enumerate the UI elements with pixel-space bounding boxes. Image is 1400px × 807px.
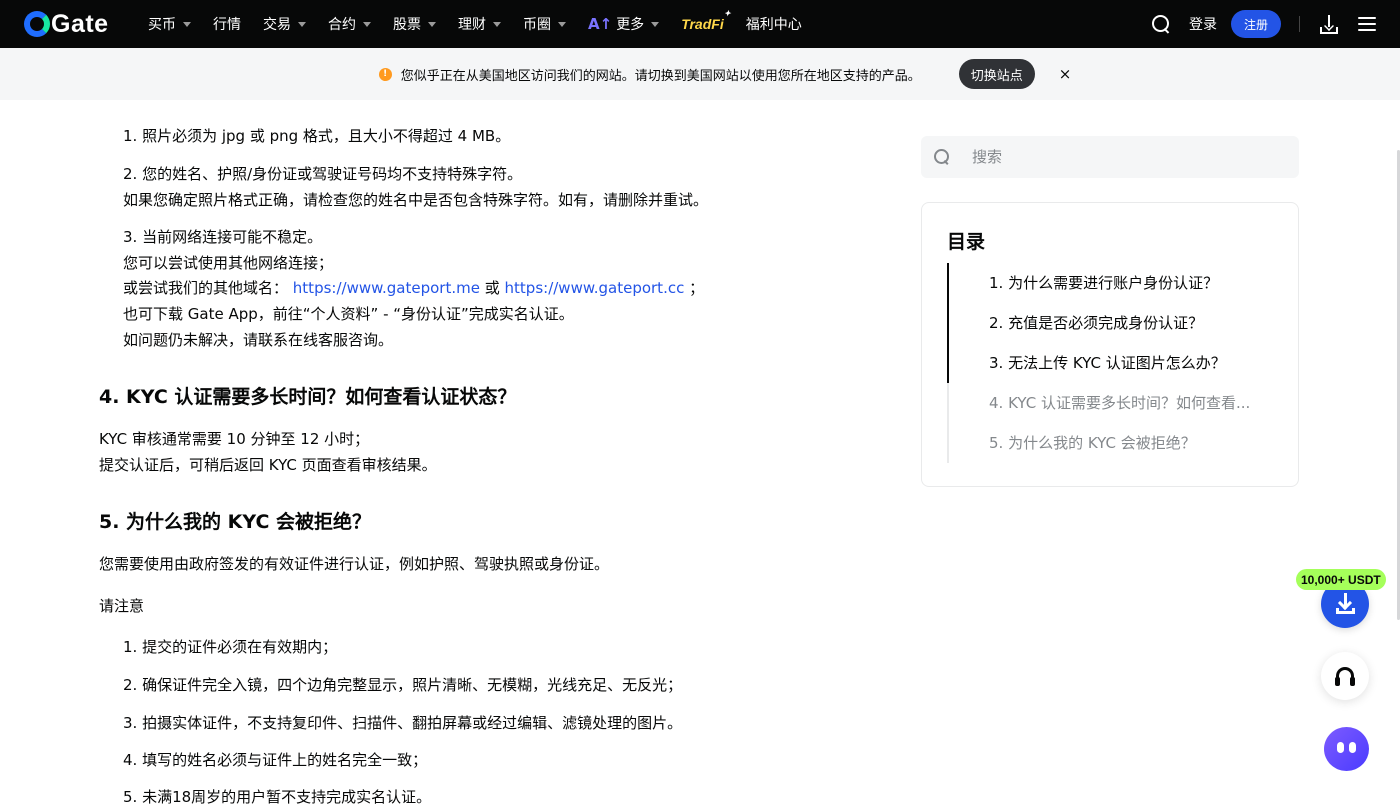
tradfi-logo: TradFi [681,16,724,32]
nav-item-label: 福利中心 [745,17,802,33]
close-icon[interactable]: × [1059,65,1072,83]
ai-sparkle-icon: A↑ [588,15,613,33]
nav-divider [1299,16,1300,32]
login-link[interactable]: 登录 [1189,14,1217,34]
list-item: 3. 拍摄实体证件，不支持复印件、扫描件、翻拍屏幕或经过编辑、滤镜处理的图片。 [123,714,683,732]
search-icon[interactable] [1149,12,1173,36]
nav-item-rewards-center[interactable]: 福利中心 [746,14,802,34]
section-4-paragraph-1: KYC 审核通常需要 10 分钟至 12 小时； [99,430,370,448]
toc-item-active[interactable]: 3. 无法上传 KYC 认证图片怎么办？ [989,353,1226,373]
download-icon[interactable] [1318,13,1340,35]
upload-tip-3: 3. 当前网络连接可能不稳定。 [123,228,323,246]
upload-tip-2: 2. 您的姓名、护照/身份证或驾驶证号码均不支持特殊字符。 [123,165,523,183]
toc-item[interactable]: 1. 为什么需要进行账户身份认证？ [989,273,1218,293]
top-nav: Gate 买币 行情 交易 合约 股票 理财 币圈 A↑更多 TradFi✦ [0,0,1400,48]
signup-button[interactable]: 注册 [1231,10,1281,38]
nav-menu: 买币 行情 交易 合约 股票 理财 币圈 A↑ 更多 TradFi ✦ 福利中心 [148,0,824,48]
region-notice-text: 您似乎正在从美国地区访问我们的网站。请切换到美国网站以使用您所在地区支持的产品。 [400,68,921,84]
nav-item-futures[interactable]: 合约 [328,14,371,34]
switch-site-button[interactable]: 切换站点 [958,59,1035,89]
region-notice-bar: ! 您似乎正在从美国地区访问我们的网站。请切换到美国网站以使用您所在地区支持的产… [0,48,1400,100]
list-item: 1. 提交的证件必须在有效期内； [123,638,338,656]
domain-link-me[interactable]: https://www.gateport.me [293,279,480,297]
article-body: 1. 照片必须为 jpg 或 png 格式，且大小不得超过 4 MB。 2. 您… [0,100,900,806]
reward-badge: 10,000+ USDT [1296,569,1386,590]
logo-text: Gate [51,9,109,38]
upload-tip-3-note-2: 或尝试我们的其他域名： https://www.gateport.me 或 ht… [123,278,704,298]
nav-item-tradfi[interactable]: TradFi ✦ [681,9,731,32]
caret-down-icon [651,21,660,27]
customer-support-button[interactable] [1321,652,1369,700]
nav-item-more[interactable]: A↑ 更多 [588,14,660,34]
upload-tip-3-note-3: 也可下载 Gate App，前往“个人资料” - “身份认证”完成实名认证。 [123,305,574,323]
toc-item[interactable]: 4. KYC 认证需要多长时间？如何查看... [989,393,1250,413]
nav-item-trade[interactable]: 交易 [263,14,306,34]
chatbot-icon [1337,742,1344,753]
domain-prefix: 或尝试我们的其他域名： [123,279,289,297]
table-of-contents: 目录 1. 为什么需要进行账户身份认证？ 2. 充值是否必须完成身份认证？ 3.… [921,202,1299,487]
nav-item-label: 股票 [393,17,421,33]
caret-down-icon [363,21,371,27]
nav-item-label: 币圈 [523,17,551,33]
upload-tip-1: 1. 照片必须为 jpg 或 png 格式，且大小不得超过 4 MB。 [123,127,511,145]
nav-item-buy-crypto[interactable]: 买币 [148,14,191,34]
caret-down-icon [298,21,306,27]
section-4-heading: 4. KYC 认证需要多长时间？如何查看认证状态？ [99,386,517,408]
ai-assistant-button[interactable] [1324,727,1369,771]
upload-tip-3-note-1: 您可以尝试使用其他网络连接； [123,254,334,272]
section-4-paragraph-2: 提交认证后，可稍后返回 KYC 页面查看审核结果。 [99,456,437,474]
help-search-box [921,136,1299,178]
upload-tip-2-note: 如果您确定照片格式正确，请检查您的姓名中是否包含特殊字符。如有，请删除并重试。 [123,191,709,209]
list-item: 4. 填写的姓名必须与证件上的姓名完全一致； [123,751,428,769]
caret-down-icon [183,21,191,27]
caret-down-icon [428,21,436,27]
caret-down-icon [493,21,501,27]
nav-item-label: 交易 [263,17,291,33]
list-item: 2. 确保证件完全入镜，四个边角完整显示，照片清晰、无模糊，光线充足、无反光； [123,676,683,694]
list-item: 5. 未满18周岁的用户暂不支持完成实名认证。 [123,788,432,806]
warning-icon: ! [378,67,392,81]
section-5-intro: 您需要使用由政府签发的有效证件进行认证，例如护照、驾驶执照或身份证。 [99,555,610,573]
region-notice: ! 您似乎正在从美国地区访问我们的网站。请切换到美国网站以使用您所在地区支持的产… [378,59,1072,89]
nav-item-square[interactable]: 币圈 [523,14,566,34]
section-5-heading: 5. 为什么我的 KYC 会被拒绝？ [99,511,372,533]
nav-item-stocks[interactable]: 股票 [393,14,436,34]
gate-logo[interactable]: Gate [24,9,109,38]
toc-rail-active [947,263,949,383]
toc-item[interactable]: 2. 充值是否必须完成身份认证？ [989,313,1203,333]
toc-item[interactable]: 5. 为什么我的 KYC 会被拒绝？ [989,433,1196,453]
nav-item-markets[interactable]: 行情 [213,14,241,34]
domain-link-cc[interactable]: https://www.gateport.cc [505,279,685,297]
logo-mark-icon [24,11,50,37]
nav-item-label: 理财 [458,17,486,33]
nav-right: 登录 注册 [1149,0,1376,48]
nav-item-label: 行情 [213,17,241,33]
help-search-input[interactable] [972,148,1272,166]
section-5-note-label: 请注意 [99,597,145,615]
upload-tip-3-note-4: 如问题仍未解决，请联系在线客服咨询。 [123,331,394,349]
or-word: 或 [484,279,500,297]
sparkle-icon: ✦ [724,9,731,18]
nav-item-label: 买币 [148,17,176,33]
toc-title: 目录 [947,231,986,253]
domain-suffix: ； [689,279,705,297]
menu-icon[interactable] [1358,17,1376,31]
nav-item-label: 合约 [328,17,356,33]
search-icon [934,149,950,165]
nav-item-earn[interactable]: 理财 [458,14,501,34]
caret-down-icon [558,21,566,27]
nav-item-label: 更多 [616,17,645,33]
